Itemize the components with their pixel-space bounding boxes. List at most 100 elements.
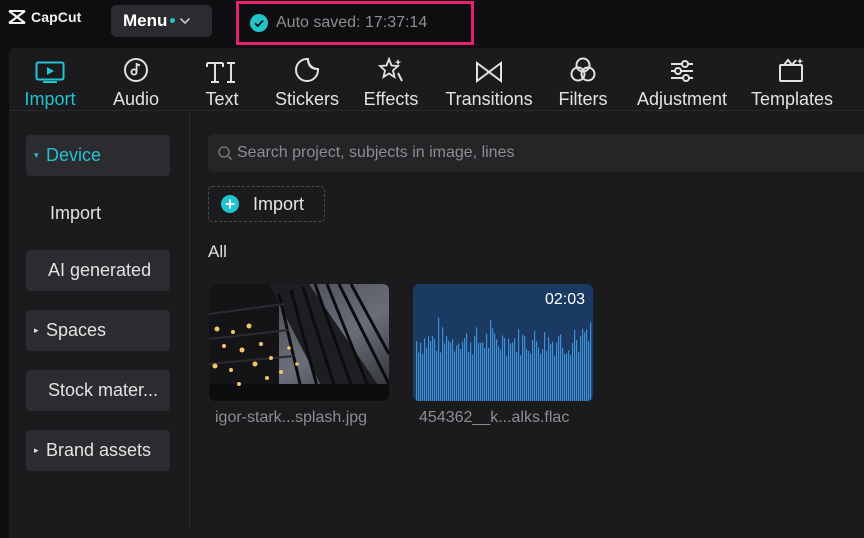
- waveform-bar: [506, 355, 508, 401]
- waveform-bar: [580, 336, 582, 401]
- effects-icon: [378, 57, 403, 82]
- waveform-bar: [440, 352, 442, 401]
- sidebar-item-label: AI generated: [48, 260, 152, 280]
- import-label: Import: [253, 193, 305, 214]
- caret-right-icon: ▸: [34, 325, 39, 335]
- waveform-bar: [472, 354, 474, 401]
- waveform-bar: [464, 337, 466, 401]
- waveform-bar: [554, 355, 556, 401]
- waveform-bar: [516, 352, 518, 401]
- waveform-bar: [534, 330, 536, 401]
- waveform-bar: [556, 342, 558, 401]
- caret-down-icon: ▾: [34, 150, 39, 160]
- sidebar-item-brand-assets[interactable]: ▸ Brand assets: [26, 430, 170, 471]
- tab-transitions[interactable]: Transitions: [439, 48, 539, 110]
- waveform-bar: [562, 347, 564, 401]
- media-name: 454362__k...alks.flac: [419, 409, 570, 426]
- sidebar-item-ai-generated[interactable]: AI generated: [26, 250, 170, 291]
- waveform-bar: [546, 351, 548, 401]
- media-card-image[interactable]: [209, 284, 389, 401]
- tab-effects[interactable]: Effects: [359, 48, 423, 110]
- transitions-icon: [476, 61, 502, 83]
- waveform-bar: [526, 349, 528, 401]
- waveform-bar: [558, 335, 560, 401]
- check-circle-icon: [250, 14, 268, 32]
- waveform-bar: [478, 342, 480, 401]
- import-button[interactable]: Import: [208, 186, 325, 222]
- import-icon: [35, 61, 65, 83]
- tab-text[interactable]: Text: [189, 48, 255, 110]
- tab-audio[interactable]: Audio: [103, 48, 169, 110]
- waveform-bar: [500, 349, 502, 401]
- tab-templates[interactable]: Templates: [747, 48, 837, 110]
- media-sidebar: ▾ Device Import AI generated ▸ Spaces St…: [9, 112, 190, 529]
- chevron-down-icon: [180, 17, 191, 25]
- waveform-bar: [574, 329, 576, 401]
- filter-all-label: All: [208, 242, 227, 261]
- waveform-bar: [468, 351, 470, 401]
- waveform-bar: [560, 334, 562, 401]
- waveform-bar: [570, 355, 572, 401]
- waveform-bar: [512, 342, 514, 401]
- waveform-bar: [460, 348, 462, 401]
- tab-label: Adjustment: [636, 89, 728, 109]
- waveform-bar: [584, 332, 586, 401]
- media-card-audio[interactable]: 02:03: [413, 284, 593, 401]
- waveform-bar: [444, 343, 446, 401]
- tab-label: Effects: [363, 89, 419, 109]
- plus-circle-icon: [221, 195, 239, 213]
- sidebar-item-stock-materials[interactable]: Stock mater...: [26, 370, 170, 411]
- tab-label: Filters: [558, 89, 608, 109]
- capcut-logo-icon: [8, 10, 26, 24]
- waveform-bar: [536, 341, 538, 401]
- adjustment-icon: [671, 60, 693, 82]
- waveform-bar: [416, 341, 418, 401]
- sidebar-item-spaces[interactable]: ▸ Spaces: [26, 310, 170, 351]
- waveform-bar: [474, 335, 476, 401]
- search-bar: [208, 134, 864, 172]
- waveform-bar: [456, 345, 458, 401]
- waveform-bar: [510, 343, 512, 401]
- sidebar-item-label: Device: [46, 145, 102, 165]
- waveform-bar: [508, 338, 510, 401]
- tab-stickers[interactable]: Stickers: [271, 48, 343, 110]
- waveform-bar: [482, 342, 484, 401]
- waveform-bar: [484, 348, 486, 401]
- waveform-bar: [462, 341, 464, 401]
- tab-import[interactable]: Import: [17, 48, 83, 110]
- waveform-bar: [544, 332, 546, 401]
- waveform-bar: [490, 320, 492, 401]
- waveform-bar: [480, 342, 482, 401]
- waveform-bar: [426, 347, 428, 401]
- waveform-bar: [522, 334, 524, 401]
- sidebar-item-device[interactable]: ▾ Device: [26, 135, 170, 176]
- waveform-bar: [476, 327, 478, 401]
- waveform-bar: [498, 346, 500, 401]
- waveform-bar: [488, 347, 490, 401]
- waveform-bar: [470, 342, 472, 401]
- image-thumbnail: [209, 284, 389, 401]
- sidebar-item-import[interactable]: Import: [26, 193, 170, 234]
- menu-button[interactable]: Menu: [111, 5, 212, 37]
- app-name: CapCut: [31, 9, 82, 25]
- sidebar-item-label: Brand assets: [46, 440, 152, 460]
- app-logo: CapCut: [8, 9, 81, 25]
- tab-label: Stickers: [274, 89, 339, 109]
- waveform-bar: [492, 328, 494, 401]
- waveform-bar: [538, 347, 540, 401]
- waveform-bar: [486, 333, 488, 401]
- tab-adjustment[interactable]: Adjustment: [631, 48, 733, 110]
- waveform-bar: [420, 342, 422, 401]
- waveform-bar: [582, 328, 584, 401]
- waveform-bar: [532, 339, 534, 401]
- waveform-bar: [422, 353, 424, 401]
- waveform-bar: [566, 353, 568, 401]
- waveform-bar: [550, 343, 552, 401]
- autosave-text: Auto saved: 17:37:14: [276, 14, 428, 31]
- waveform-bar: [590, 322, 592, 401]
- tab-filters[interactable]: Filters: [553, 48, 613, 110]
- sidebar-item-label: Spaces: [46, 320, 107, 340]
- waveform-bar: [528, 350, 530, 401]
- search-input[interactable]: [237, 144, 837, 162]
- waveform-bar: [458, 343, 460, 401]
